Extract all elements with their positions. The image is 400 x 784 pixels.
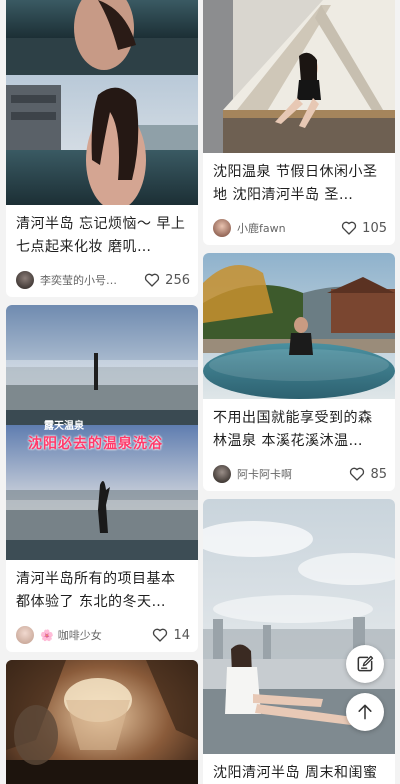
feed-column-left: 清河半岛 忘记烦恼～ 早上七点起来化妆 磨叽… 李奕莹的小号… 256 露天温泉… <box>6 0 198 784</box>
note-title[interactable]: 清河半岛所有的项目基本都体验了 东北的冬天… <box>6 560 198 618</box>
heart-icon[interactable] <box>152 627 168 643</box>
note-card[interactable]: 沈阳清河半岛 周末和闺蜜来的 门口有停车场 <box>203 499 395 784</box>
flower-badge-icon: 🌸 <box>40 628 54 642</box>
like-button[interactable]: 14 <box>152 627 190 643</box>
author-name[interactable]: 阿卡阿卡啊 <box>237 466 349 482</box>
like-count: 256 <box>165 272 190 288</box>
arrow-up-icon <box>358 704 372 720</box>
note-title[interactable]: 清河半岛 忘记烦恼～ 早上七点起来化妆 磨叽… <box>6 205 198 263</box>
avatar[interactable] <box>213 219 231 237</box>
note-cover-image[interactable] <box>203 0 395 153</box>
note-card[interactable]: 沈阳温泉 节假日休闲小圣地 沈阳清河半岛 圣… 小鹿fawn 105 <box>203 0 395 245</box>
note-card[interactable]: 露天温泉 沈阳必去的温泉洗浴 清河半岛所有的项目基本都体验了 东北的冬天… 🌸 … <box>6 305 198 652</box>
like-button[interactable]: 256 <box>144 272 190 288</box>
overlay-label: 露天温泉 <box>44 421 84 432</box>
like-button[interactable]: 105 <box>341 220 387 236</box>
note-title[interactable]: 沈阳清河半岛 周末和闺蜜来的 门口有停车场 <box>203 754 395 784</box>
author-name[interactable]: 咖啡少女 <box>58 627 153 643</box>
heart-icon[interactable] <box>144 272 160 288</box>
like-count: 14 <box>173 627 190 643</box>
like-button[interactable]: 85 <box>349 466 387 482</box>
note-feed: 清河半岛 忘记烦恼～ 早上七点起来化妆 磨叽… 李奕莹的小号… 256 露天温泉… <box>0 0 400 784</box>
note-title[interactable]: 不用出国就能享受到的森林温泉 本溪花溪沐温… <box>203 399 395 457</box>
author-name[interactable]: 李奕莹的小号… <box>40 272 144 288</box>
note-card[interactable]: 不用出国就能享受到的森林温泉 本溪花溪沐温… 阿卡阿卡啊 85 <box>203 253 395 491</box>
avatar[interactable] <box>213 465 231 483</box>
note-cover-image[interactable]: 露天温泉 沈阳必去的温泉洗浴 <box>6 305 198 560</box>
note-card[interactable] <box>6 660 198 784</box>
avatar[interactable] <box>16 271 34 289</box>
note-title[interactable]: 沈阳温泉 节假日休闲小圣地 沈阳清河半岛 圣… <box>203 153 395 211</box>
like-count: 105 <box>362 220 387 236</box>
avatar[interactable] <box>16 626 34 644</box>
note-cover-image[interactable] <box>203 253 395 399</box>
note-cover-image[interactable] <box>6 660 198 784</box>
post-note-button[interactable] <box>346 645 384 683</box>
overlay-caption: 沈阳必去的温泉洗浴 <box>28 436 163 452</box>
note-meta: 小鹿fawn 105 <box>203 211 395 245</box>
note-meta: 李奕莹的小号… 256 <box>6 263 198 297</box>
heart-icon[interactable] <box>349 466 365 482</box>
back-to-top-button[interactable] <box>346 693 384 731</box>
note-cover-image[interactable] <box>6 0 198 205</box>
heart-icon[interactable] <box>341 220 357 236</box>
like-count: 85 <box>370 466 387 482</box>
note-meta: 阿卡阿卡啊 85 <box>203 457 395 491</box>
author-name[interactable]: 小鹿fawn <box>237 220 341 236</box>
edit-note-icon <box>357 655 374 672</box>
note-card[interactable]: 清河半岛 忘记烦恼～ 早上七点起来化妆 磨叽… 李奕莹的小号… 256 <box>6 0 198 297</box>
note-meta: 🌸 咖啡少女 14 <box>6 618 198 652</box>
